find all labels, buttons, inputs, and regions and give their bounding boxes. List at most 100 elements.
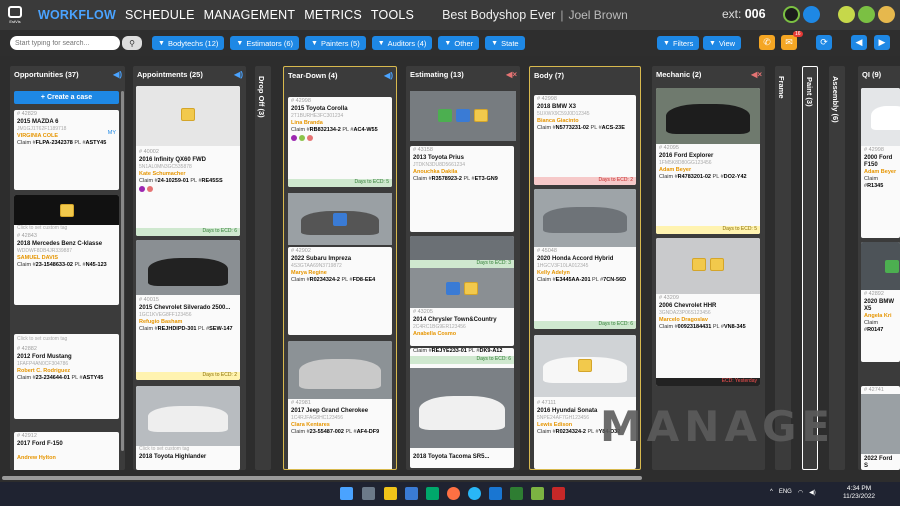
custom-tag-link[interactable]: Click to set custom tag [139, 446, 189, 453]
case-number: # 42998 [537, 96, 557, 102]
filter-auditors-label: Auditors (4) [387, 38, 427, 48]
claim-number: 23-234644-01 [35, 375, 70, 381]
close-window-icon[interactable] [878, 6, 895, 23]
muted-speaker-icon[interactable]: ◀× [506, 70, 517, 79]
column-title: Estimating (13) [410, 69, 464, 79]
speaker-icon[interactable]: ◀) [234, 70, 243, 79]
claim-number: E3445AA-201 [555, 277, 591, 283]
mail-app-icon[interactable] [405, 487, 418, 500]
file-explorer-icon[interactable] [384, 487, 397, 500]
case-card[interactable]: Click to set custom tag 2018 Toyota High… [136, 386, 240, 470]
settings-gear-icon[interactable] [803, 6, 820, 23]
case-card[interactable]: Click to set custom tag # 42882 2012 For… [14, 334, 119, 419]
column-header: Mechanic (2) ◀× [652, 66, 765, 82]
document-icon [692, 258, 706, 271]
case-card[interactable]: # 42912 2017 Ford F-150 Andrew Hylton [14, 432, 119, 470]
nav-tools[interactable]: TOOLS [371, 8, 414, 22]
filter-icon: ▼ [491, 39, 499, 47]
user-name[interactable]: Joel Brown [568, 8, 627, 22]
excel-icon[interactable] [510, 487, 523, 500]
case-card[interactable]: # 42741 2022 Ford S [861, 386, 900, 470]
nav-schedule[interactable]: SCHEDULE [125, 8, 195, 22]
case-card[interactable]: # 42981 2017 Jeep Grand Cherokee 1C4RJFA… [288, 341, 392, 469]
system-clock[interactable]: 4:34 PM 11/23/2022 [843, 485, 875, 501]
case-card[interactable]: # 42095 2016 Ford Explorer 1FM5K8D80GG12… [656, 88, 760, 234]
case-card[interactable]: # 42902 2022 Subaru Impreza 4S3GTAA69N37… [288, 247, 392, 335]
filters-button[interactable]: ▼ Filters [657, 36, 700, 50]
scroll-right-icon[interactable]: ▶ [874, 35, 890, 50]
custom-tag-link[interactable]: Click to set custom tag [14, 334, 119, 345]
case-card[interactable]: # 42998 2015 Toyota Corolla 2T1BURHE3FC3… [288, 97, 392, 187]
claim-line: Claim #R4783201-02 PL #DO2-Y42 [656, 174, 760, 181]
filter-estimators[interactable]: ▼ Estimators (6) [230, 36, 300, 50]
volume-icon[interactable]: ◀) [809, 489, 816, 496]
column-opportunities: Opportunities (37) ◀) + Create a case # 4… [10, 66, 125, 470]
shop-name[interactable]: Best Bodyshop Ever [442, 8, 555, 22]
chevron-up-icon[interactable]: ^ [770, 489, 773, 496]
firefox-icon[interactable] [447, 487, 460, 500]
case-card[interactable]: # 42998 2018 BMW X3 5UXWX9C59J0D12345 Bi… [534, 95, 636, 185]
speaker-icon[interactable]: ◀) [113, 70, 122, 79]
case-card[interactable]: Click to set custom tag # 42843 2018 Mer… [14, 195, 119, 305]
board-horizontal-scrollbar[interactable] [0, 475, 900, 481]
muted-speaker-icon[interactable]: ◀× [751, 70, 762, 79]
tech-avatar [299, 135, 305, 141]
case-card[interactable]: # 40015 2015 Chevrolet Silverado 2500...… [136, 240, 240, 380]
column-scrollbar[interactable] [121, 91, 124, 451]
search-taskbar-icon[interactable] [362, 487, 375, 500]
column-title: Paint (3) [805, 77, 814, 107]
case-card[interactable]: # 43209 2006 Chevrolet HHR 3GNDA23P06S12… [656, 238, 760, 386]
minimize-window-icon[interactable] [838, 6, 855, 23]
nav-metrics[interactable]: METRICS [304, 8, 362, 22]
case-card[interactable]: Claim #REJYE233-01 PL #DK9-A12 Days to E… [410, 348, 514, 468]
wifi-icon[interactable]: ◠ [798, 489, 803, 496]
windows-start-icon[interactable] [340, 487, 353, 500]
case-card[interactable]: Days to ECD: 3 # 43205 2014 Chrysler Tow… [410, 236, 514, 346]
filter-auditors[interactable]: ▼ Auditors (4) [371, 36, 433, 50]
phone-icon[interactable]: ✆ [759, 35, 775, 50]
app-icon[interactable] [531, 487, 544, 500]
vin: WDDWF8DB4JR339887 [17, 248, 73, 254]
filter-state[interactable]: ▼ State [485, 36, 525, 50]
nav-management[interactable]: MANAGEMENT [204, 8, 296, 22]
claim-number: N5773231-02 [555, 125, 589, 131]
case-card[interactable]: # 43158 2013 Toyota Prius JTDKN3DU8D5661… [410, 146, 514, 232]
view-button[interactable]: ▼ View [703, 36, 742, 50]
filter-bodytechs[interactable]: ▼ Bodytechs (12) [152, 36, 225, 50]
search-icon[interactable]: ⚲ [122, 36, 142, 50]
search-input[interactable] [10, 36, 120, 50]
case-card[interactable]: # 40002 2016 Infinity QX60 FWD 5N1AL0MN3… [136, 86, 240, 236]
case-card[interactable]: # 42829 2015 MAZDA 6 JM1GJ1T62F1189718 V… [14, 110, 119, 190]
pl-label: PL # [74, 140, 86, 146]
estvis-app-icon[interactable] [552, 487, 565, 500]
nav-workflow[interactable]: WORKFLOW [38, 8, 116, 22]
custom-tag-link[interactable]: Click to set custom tag [17, 225, 67, 232]
phone-status-icon[interactable] [783, 6, 800, 23]
pl-number: VN8-345 [723, 324, 746, 330]
case-card[interactable]: # 42998 2000 Ford F150 Adam Beyer Claim … [861, 88, 900, 238]
case-card[interactable]: # 42892 2020 BMW X5 Angela Kri Claim #R0… [861, 242, 900, 362]
claim-line: Claim #N5773231-02 PL #ACS-23E [534, 125, 636, 132]
vin: 4S3GTAA69N3719872 [291, 263, 342, 269]
mail-icon[interactable]: ✉ [781, 35, 797, 50]
pl-label: PL # [463, 176, 475, 182]
column-drop-off[interactable]: Drop Off (3) [255, 66, 271, 470]
language-indicator[interactable]: ENG [779, 489, 792, 496]
case-number: # 43209 [659, 295, 679, 301]
maximize-window-icon[interactable] [858, 6, 875, 23]
scroll-left-icon[interactable]: ◀ [851, 35, 867, 50]
app-icon[interactable] [426, 487, 439, 500]
view-button-label: View [718, 38, 736, 48]
case-card[interactable]: # 45048 2020 Honda Accord Hybrid 1HGCV3F… [534, 189, 636, 329]
claim-line: Claim #23-55487-002 PL #AF4-DF9 [288, 429, 392, 436]
speaker-icon[interactable]: ◀) [384, 71, 393, 80]
scrollbar-thumb[interactable] [2, 476, 642, 480]
refresh-icon[interactable]: ⟳ [816, 35, 832, 50]
create-case-button[interactable]: + Create a case [14, 91, 119, 104]
filter-other[interactable]: ▼ Other [438, 36, 480, 50]
telegram-icon[interactable] [468, 487, 481, 500]
outlook-icon[interactable] [489, 487, 502, 500]
app-logo[interactable]: EstVis [0, 0, 30, 30]
filter-painters[interactable]: ▼ Painters (5) [305, 36, 366, 50]
vehicle-title: 2014 Chrysler Town&Country [413, 317, 497, 323]
